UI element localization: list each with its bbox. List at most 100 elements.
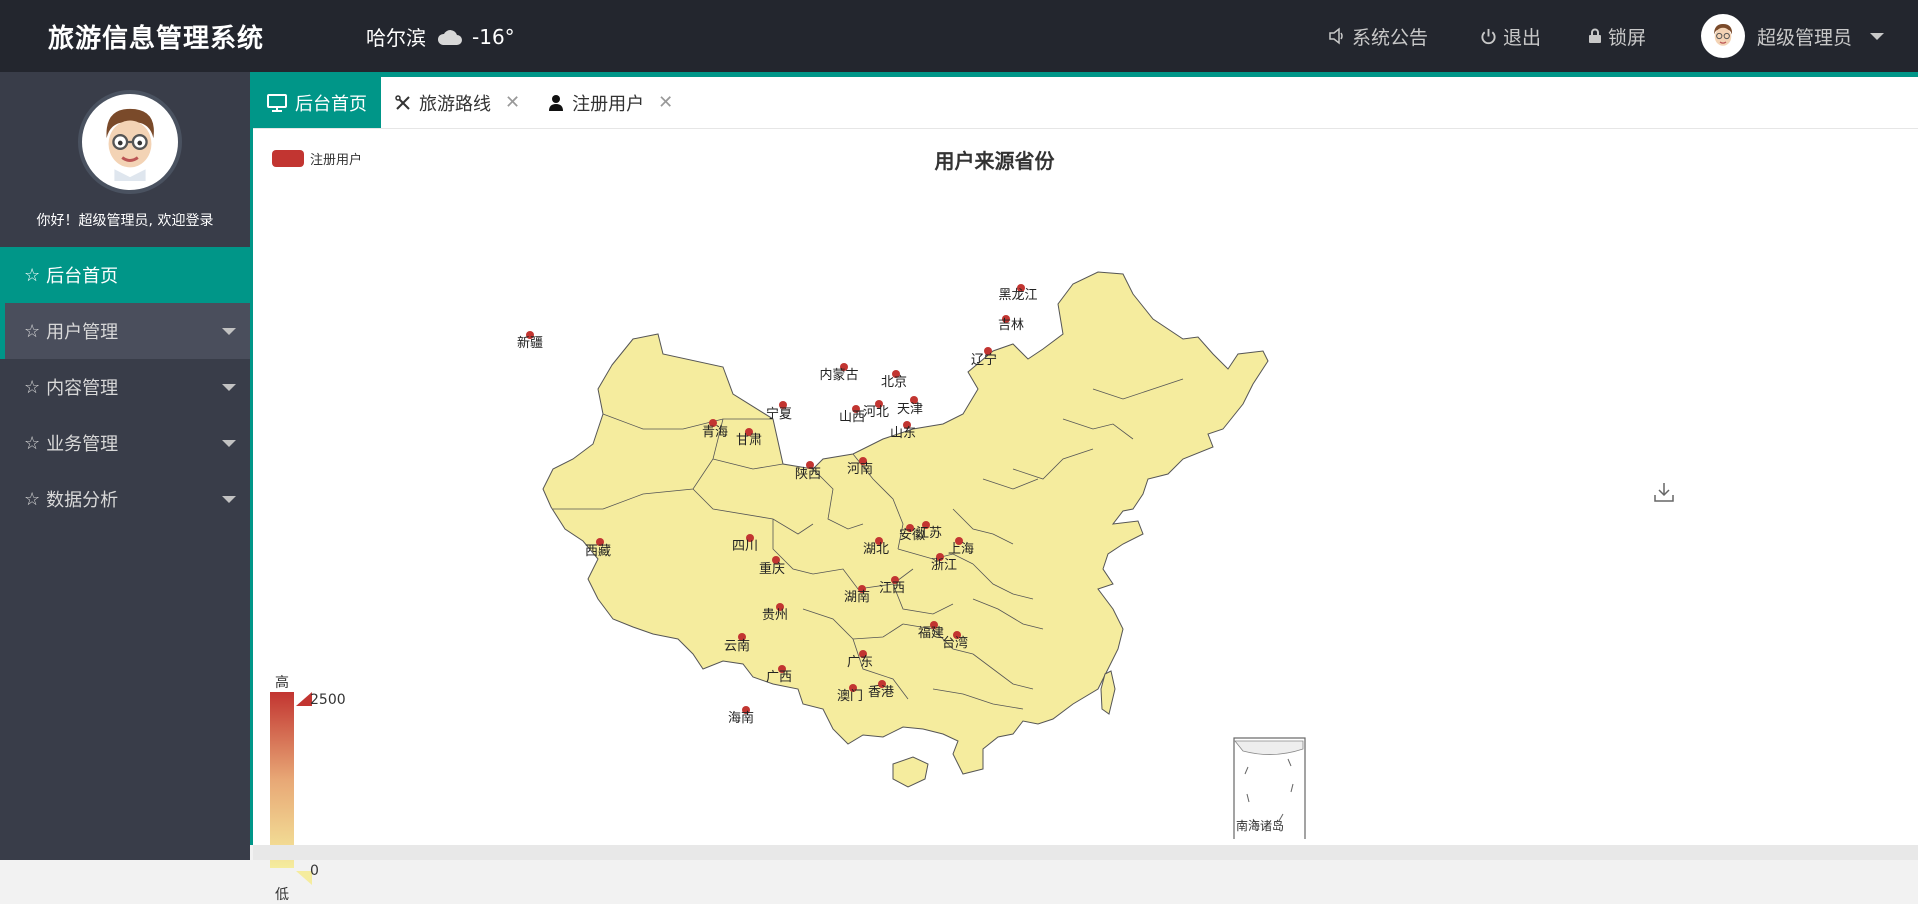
province-label: 甘肃 — [736, 433, 762, 448]
chevron-down-icon — [222, 440, 236, 447]
sidebar-item-users[interactable]: ☆ 用户管理 — [0, 303, 250, 359]
logout-label: 退出 — [1503, 26, 1542, 49]
tab-routes[interactable]: 旅游路线 ✕ — [381, 77, 534, 128]
sidebar-item-label: 业务管理 — [46, 434, 119, 455]
sidebar-menu: ☆ 后台首页 ☆ 用户管理 ☆ 内容管理 ☆ 业务管理 ☆ 数据分析 — [0, 247, 250, 527]
province-label: 广东 — [847, 655, 873, 670]
province-label: 台湾 — [942, 635, 968, 651]
sidebar-item-label: 用户管理 — [46, 322, 119, 343]
download-icon[interactable] — [1653, 481, 1675, 503]
tools-icon — [395, 94, 410, 110]
top-bar: 旅游信息管理系统 哈尔滨 -16° 系统公告 退出 锁屏 超级管理员 — [0, 0, 1918, 72]
province-label: 福建 — [918, 626, 944, 641]
star-icon: ☆ — [24, 432, 41, 454]
province-label: 天津 — [897, 402, 923, 417]
province-label: 澳门 — [837, 688, 863, 704]
province-label: 内蒙古 — [819, 367, 858, 383]
lock-icon — [1589, 28, 1601, 43]
province-label: 河北 — [863, 405, 889, 420]
logout-link[interactable]: 退出 — [1480, 23, 1541, 50]
announcement-label: 系统公告 — [1352, 26, 1429, 49]
visualmap-max: 2500 — [310, 692, 346, 708]
province-label: 四川 — [732, 539, 758, 554]
visualmap-high-label: 高 — [275, 675, 289, 691]
sidebar: 你好！超级管理员, 欢迎登录 ☆ 后台首页 ☆ 用户管理 ☆ 内容管理 ☆ 业务… — [0, 72, 250, 860]
tab-label: 旅游路线 — [419, 93, 491, 115]
weather-city: 哈尔滨 — [366, 26, 426, 50]
province-label: 浙江 — [931, 558, 957, 573]
close-icon[interactable]: ✕ — [658, 92, 673, 113]
chevron-down-icon — [222, 496, 236, 503]
tab-bar: 后台首页 旅游路线 ✕ 注册用户 ✕ — [253, 77, 1918, 129]
sidebar-item-label: 数据分析 — [46, 490, 119, 511]
visualmap-low-label: 低 — [275, 887, 289, 903]
app-title: 旅游信息管理系统 — [48, 24, 265, 54]
cloud-icon — [437, 29, 462, 45]
province-label: 吉林 — [998, 318, 1024, 333]
profile-avatar[interactable] — [78, 90, 182, 194]
visualmap-bar[interactable] — [270, 692, 294, 868]
map-chart: 注册用户 用户来源省份 黑龙江 吉林 辽宁 内蒙古 北京 天津 河北 山西 山东… — [253, 129, 1918, 903]
province-label: 西藏 — [585, 544, 611, 559]
monitor-icon — [267, 93, 287, 112]
user-name: 超级管理员 — [1757, 26, 1853, 49]
power-icon — [1481, 28, 1496, 44]
province-label: 香港 — [868, 685, 894, 700]
south-sea-label: 南海诸岛 — [1236, 819, 1285, 833]
province-label: 广西 — [766, 670, 792, 685]
main-content: 后台首页 旅游路线 ✕ 注册用户 ✕ 注册用户 用户来源省份 黑龙江 吉林 辽宁… — [250, 72, 1918, 903]
star-icon: ☆ — [24, 264, 41, 286]
province-label: 黑龙江 — [998, 288, 1037, 303]
chevron-down-icon — [222, 328, 236, 335]
user-menu[interactable]: 超级管理员 — [1701, 14, 1885, 58]
sidebar-item-label: 内容管理 — [46, 378, 119, 399]
chevron-down-icon — [1870, 32, 1885, 40]
welcome-text: 你好！超级管理员, 欢迎登录 — [36, 213, 214, 229]
weather-widget: 哈尔滨 -16° — [366, 22, 515, 51]
province-label: 北京 — [881, 375, 907, 390]
province-label: 辽宁 — [971, 352, 997, 368]
province-label: 贵州 — [762, 608, 788, 623]
province-label: 湖北 — [863, 542, 889, 557]
sidebar-item-analytics[interactable]: ☆ 数据分析 — [0, 471, 250, 527]
visualmap-min: 0 — [310, 863, 319, 879]
lock-label: 锁屏 — [1608, 26, 1647, 49]
province-label: 云南 — [724, 638, 750, 654]
province-label: 江苏 — [916, 525, 942, 541]
province-label: 山东 — [890, 426, 916, 441]
tab-label: 后台首页 — [295, 93, 367, 115]
sidebar-item-content[interactable]: ☆ 内容管理 — [0, 359, 250, 415]
star-icon: ☆ — [24, 376, 41, 398]
province-label: 河南 — [847, 461, 873, 477]
province-label: 新疆 — [517, 335, 543, 351]
tab-home[interactable]: 后台首页 — [253, 77, 381, 128]
province-label: 陕西 — [795, 467, 821, 482]
avatar-face-icon — [106, 108, 154, 181]
tab-label: 注册用户 — [572, 93, 645, 115]
close-icon[interactable]: ✕ — [505, 92, 520, 113]
province-label: 青海 — [702, 425, 728, 440]
star-icon: ☆ — [24, 488, 41, 510]
user-icon — [549, 94, 564, 111]
weather-temp: -16° — [472, 24, 515, 49]
province-label: 重庆 — [759, 561, 785, 577]
hainan-island — [892, 756, 929, 788]
avatar — [1701, 14, 1745, 58]
province-label: 湖南 — [844, 589, 870, 605]
province-label: 山西 — [839, 410, 865, 425]
chevron-down-icon — [222, 384, 236, 391]
sidebar-item-label: 后台首页 — [46, 266, 119, 287]
announcement-link[interactable]: 系统公告 — [1328, 23, 1428, 50]
province-label: 宁夏 — [766, 406, 792, 422]
sidebar-item-business[interactable]: ☆ 业务管理 — [0, 415, 250, 471]
tab-registered-users[interactable]: 注册用户 ✕ — [534, 77, 687, 128]
accent-line — [250, 72, 1918, 77]
sidebar-item-home[interactable]: ☆ 后台首页 — [0, 247, 250, 303]
star-icon: ☆ — [24, 320, 41, 342]
province-label: 海南 — [728, 710, 754, 726]
speaker-icon — [1329, 27, 1343, 45]
map-region-outline — [542, 271, 1269, 775]
province-label: 江西 — [879, 581, 905, 596]
province-label: 上海 — [948, 542, 974, 557]
lock-screen-link[interactable]: 锁屏 — [1588, 23, 1646, 50]
